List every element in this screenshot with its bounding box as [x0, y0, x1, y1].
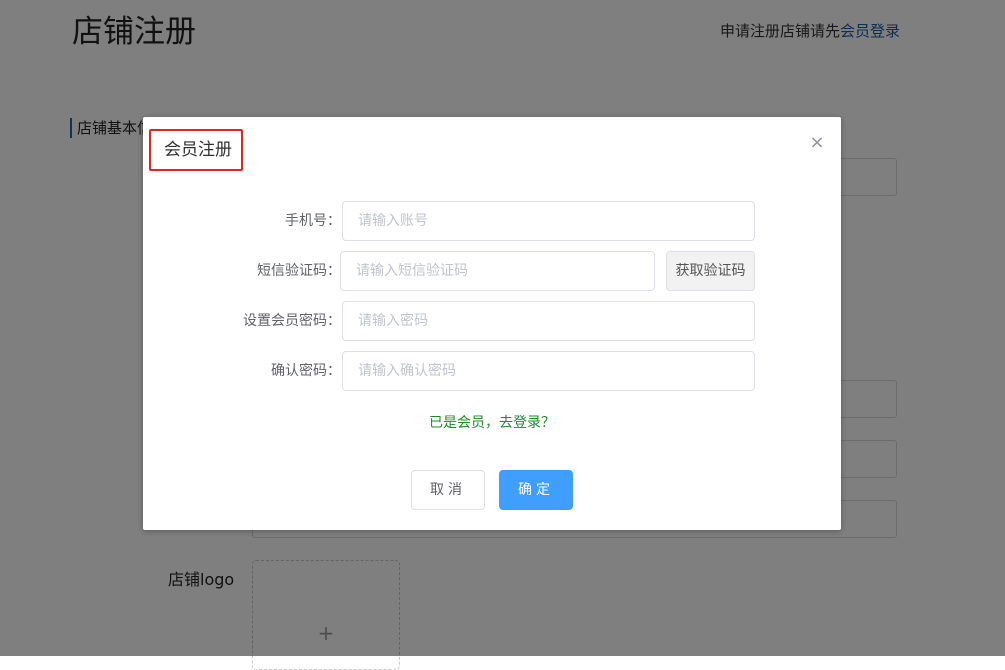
confirm-button[interactable]: 确定 [499, 470, 573, 510]
phone-row: 手机号： [143, 201, 841, 241]
confirm-password-row: 确认密码： [143, 351, 841, 391]
sms-code-input[interactable] [340, 251, 655, 291]
dialog-title: 会员注册 [164, 140, 232, 160]
dialog-title-highlight: 会员注册 [149, 129, 243, 171]
member-register-dialog: 会员注册 × 手机号： 短信验证码： 获取验证码 设置会员密码： 确认密码： 已… [143, 117, 841, 530]
confirm-password-input[interactable] [342, 351, 755, 391]
go-login-link[interactable]: 已是会员，去登录？ [143, 412, 841, 432]
sms-code-label: 短信验证码： [257, 263, 341, 279]
close-icon[interactable]: × [809, 134, 825, 152]
phone-label: 手机号： [285, 213, 341, 229]
phone-input[interactable] [342, 201, 755, 241]
password-row: 设置会员密码： [143, 301, 841, 341]
confirm-password-label: 确认密码： [271, 363, 341, 379]
get-code-button[interactable]: 获取验证码 [666, 251, 755, 291]
password-label: 设置会员密码： [243, 313, 341, 329]
sms-code-row: 短信验证码： 获取验证码 [143, 251, 841, 291]
cancel-button[interactable]: 取消 [411, 470, 485, 510]
password-input[interactable] [342, 301, 755, 341]
